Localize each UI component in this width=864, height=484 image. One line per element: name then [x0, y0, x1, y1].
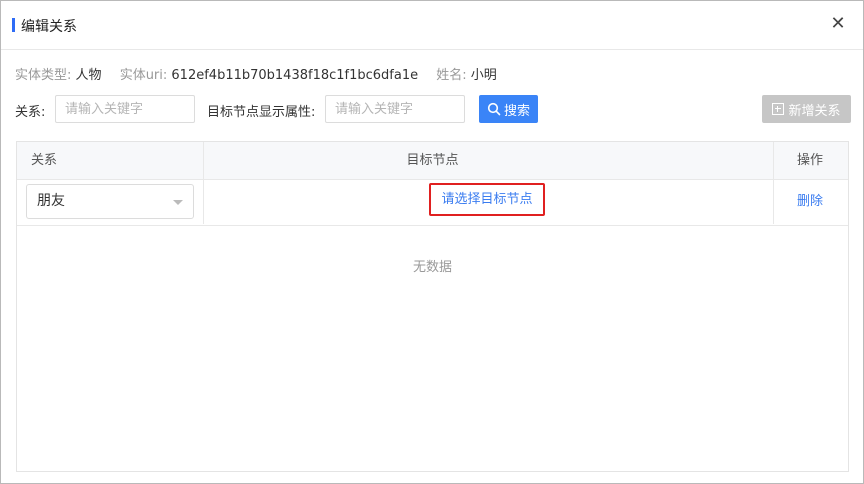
- column-header-target: 目标节点: [406, 153, 459, 168]
- title-accent-bar: [12, 18, 15, 32]
- entity-type-value: 人物: [75, 68, 102, 83]
- add-box-icon: [772, 103, 785, 115]
- dialog-header: 编辑关系 ✕: [1, 1, 863, 50]
- close-icon[interactable]: ✕: [827, 13, 849, 35]
- chevron-down-icon: [173, 200, 183, 205]
- table-row: 朋友 请选择目标节点 删除: [17, 180, 848, 226]
- relation-select[interactable]: 朋友: [26, 184, 194, 219]
- delete-link[interactable]: 删除: [797, 180, 823, 223]
- add-relation-button[interactable]: 新增关系: [762, 95, 851, 123]
- entity-name-value: 小明: [470, 68, 497, 83]
- table-header: 关系 目标节点 操作: [17, 142, 848, 180]
- dialog-title: 编辑关系: [21, 19, 77, 35]
- relation-search-input[interactable]: [55, 95, 195, 123]
- add-relation-label: 新增关系: [788, 103, 841, 119]
- entity-uri-label: 实体uri:: [119, 68, 168, 83]
- relation-filter-label: 关系:: [15, 105, 46, 120]
- entity-info: 实体类型: 人物 实体uri: 612ef4b11b70b1438f18c1f1…: [15, 64, 511, 83]
- entity-type-label: 实体类型:: [15, 68, 72, 83]
- target-attr-search-input[interactable]: [325, 95, 465, 123]
- target-attr-label: 目标节点显示属性:: [207, 105, 316, 120]
- entity-uri-value: 612ef4b11b70b1438f18c1f1bc6dfa1e: [171, 68, 419, 83]
- column-header-operation: 操作: [797, 153, 824, 168]
- empty-state-text: 无数据: [412, 260, 452, 275]
- search-button[interactable]: 搜索: [479, 95, 538, 123]
- edit-relation-dialog: 编辑关系 ✕ 实体类型: 人物 实体uri: 612ef4b11b70b1438…: [0, 0, 864, 484]
- entity-name-label: 姓名:: [436, 68, 467, 83]
- select-target-node-link[interactable]: 请选择目标节点: [429, 183, 545, 216]
- search-button-label: 搜索: [503, 103, 530, 119]
- relation-table: 关系 目标节点 操作 朋友 请选择目标节点 删除 无数据: [16, 141, 849, 472]
- relation-select-value: 朋友: [37, 193, 65, 209]
- search-icon: [487, 102, 501, 116]
